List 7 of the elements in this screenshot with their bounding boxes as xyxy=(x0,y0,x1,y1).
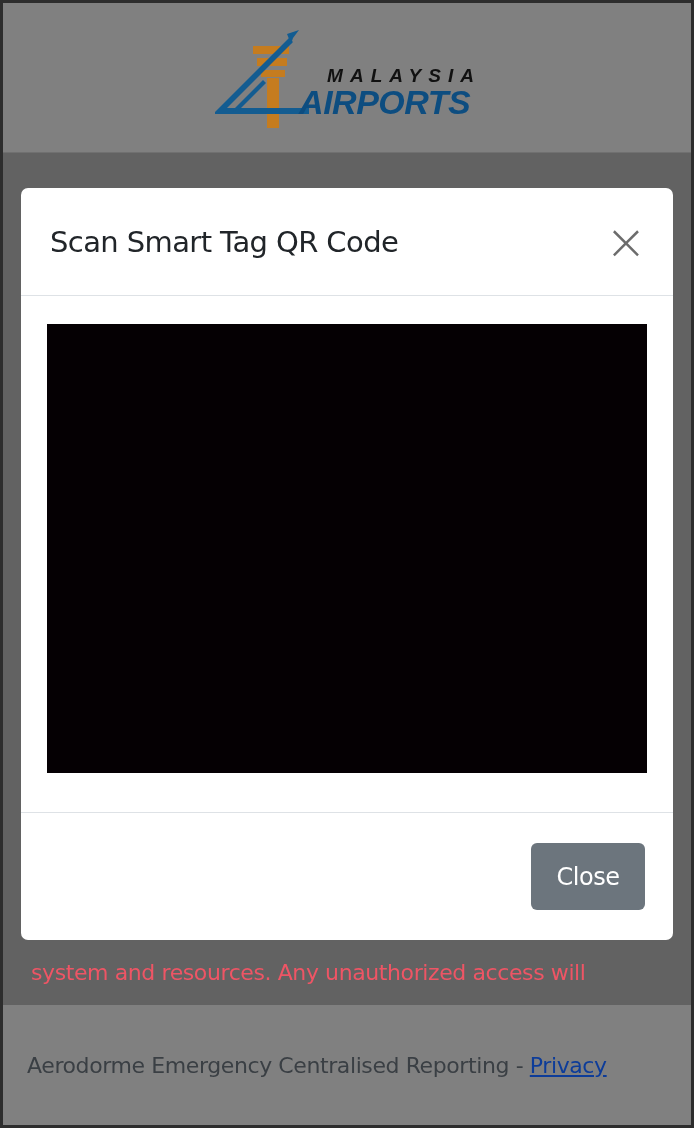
logo-text: AIRPORTS xyxy=(299,85,472,118)
footer-text: Aerodorme Emergency Centralised Reporting - xyxy=(27,1052,525,1078)
privacy-link[interactable]: Privacy xyxy=(529,1052,607,1078)
close-button[interactable]: Close xyxy=(531,843,645,910)
dialog-title: Scan Smart Tag QR Code xyxy=(50,224,399,259)
logo-text: MALAYSIA xyxy=(327,65,481,86)
warning-text: system and resources. Any unauthorized access will xyxy=(31,960,587,985)
